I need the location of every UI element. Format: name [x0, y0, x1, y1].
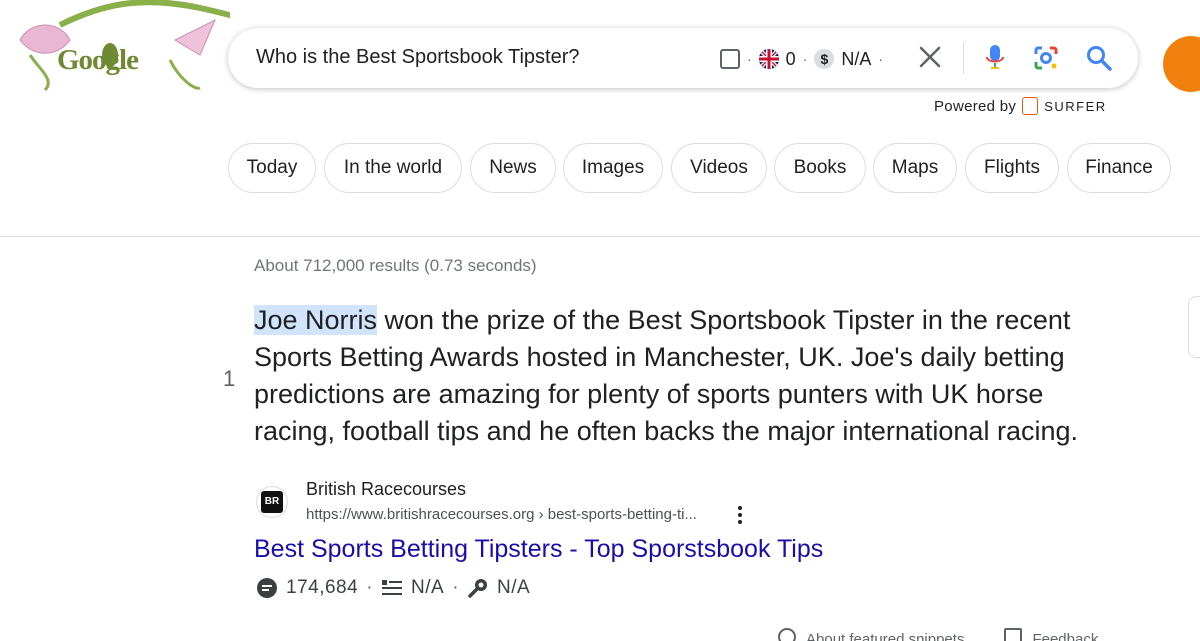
extension-fab-button[interactable] [1163, 36, 1200, 92]
about-featured-snippets-link[interactable]: About featured snippets [778, 628, 964, 641]
separator-dot: · [802, 51, 808, 67]
list-icon [382, 580, 403, 595]
surfer-brand: SURFER [1044, 98, 1107, 114]
extension-checkbox[interactable] [720, 49, 740, 69]
google-doodle-logo[interactable]: Google [0, 0, 243, 100]
about-snippets-label: About featured snippets [806, 631, 965, 641]
metric-keywords: N/A [497, 577, 531, 598]
chip-flights[interactable]: Flights [965, 143, 1059, 193]
powered-by-surfer: Powered by SURFER [934, 97, 1107, 115]
key-icon [468, 579, 488, 598]
chip-finance[interactable]: Finance [1067, 143, 1171, 193]
featured-snippet-text: Joe Norris won the prize of the Best Spo… [254, 302, 1104, 450]
metric-words: N/A [411, 577, 445, 598]
logo-text: Google [57, 44, 139, 76]
header-divider [0, 236, 1200, 237]
search-divider [963, 42, 964, 74]
google-lens-icon[interactable] [1032, 44, 1060, 72]
chip-in-the-world[interactable]: In the world [324, 143, 462, 193]
snippet-body: won the prize of the Best Sportsbook Tip… [254, 305, 1078, 446]
chip-maps[interactable]: Maps [873, 143, 957, 193]
separator-dot: · [366, 577, 374, 598]
chip-news[interactable]: News [470, 143, 556, 193]
source-site-name[interactable]: British Racecourses [306, 479, 466, 500]
search-bar: Who is the Best Sportsbook Tipster? · 0 … [228, 28, 1138, 88]
result-stats: About 712,000 results (0.73 seconds) [254, 256, 537, 275]
help-icon [778, 628, 796, 641]
comment-icon [257, 578, 277, 598]
separator-dot: · [452, 577, 460, 598]
metric-count: 174,684 [286, 577, 359, 598]
dollar-icon: $ [814, 49, 835, 69]
source-url[interactable]: https://www.britishracecourses.org › bes… [306, 506, 697, 523]
more-options-icon[interactable] [735, 504, 745, 526]
separator-dot: · [747, 51, 752, 67]
chip-videos[interactable]: Videos [671, 143, 767, 193]
favicon-initials: BR [261, 491, 283, 513]
feedback-link[interactable]: Feedback [1004, 628, 1098, 641]
chip-images[interactable]: Images [563, 143, 663, 193]
search-results-page: Google Who is the Best Sportsbook Tipste… [0, 0, 1200, 641]
surfer-metrics: 174,684 · N/A · N/A [256, 577, 530, 599]
clear-search-icon[interactable] [918, 42, 942, 72]
side-panel-edge [1188, 296, 1200, 358]
separator-dot: · [878, 51, 884, 67]
search-icon[interactable] [1085, 44, 1113, 72]
snippet-highlight: Joe Norris [254, 305, 378, 335]
powered-prefix: Powered by [934, 97, 1017, 115]
search-volume-count: 0 [785, 48, 796, 69]
feedback-icon [1004, 628, 1023, 641]
snippet-number: 1 [223, 366, 236, 391]
result-title-link[interactable]: Best Sports Betting Tipsters - Top Spors… [254, 535, 823, 564]
search-input[interactable]: Who is the Best Sportsbook Tipster? [256, 46, 580, 69]
uk-flag-icon [758, 49, 779, 69]
surfer-extension-stats: · 0 · $ N/A · [720, 48, 883, 70]
surfer-logo-icon [1022, 97, 1039, 115]
chip-today[interactable]: Today [228, 143, 316, 193]
cpc-value: N/A [841, 48, 872, 69]
snippet-footer: About featured snippets Feedback [778, 628, 1098, 641]
microphone-icon[interactable] [983, 42, 1007, 72]
chip-books[interactable]: Books [774, 143, 866, 193]
feedback-label: Feedback [1032, 631, 1099, 641]
site-favicon[interactable]: BR [256, 486, 288, 518]
